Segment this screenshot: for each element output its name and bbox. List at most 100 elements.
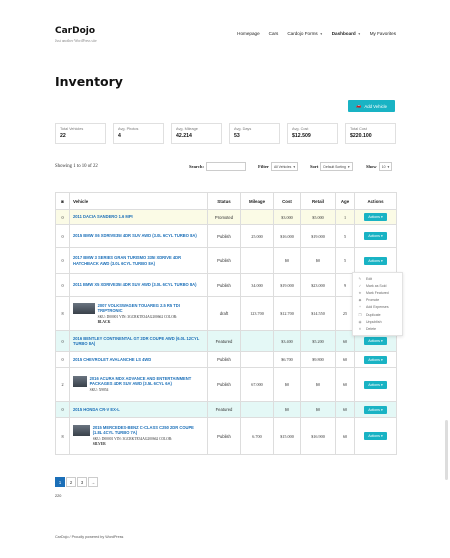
vehicle-name-link[interactable]: 2015 CHEVROLET AVALANCHE LS 4WD xyxy=(73,357,151,362)
filter-select[interactable]: All Vehicles ▾ xyxy=(270,162,299,171)
chevron-down-icon: ▾ xyxy=(379,357,383,362)
vehicle-name-link[interactable]: 2011 DACIA SANDERO 1.6 MPI xyxy=(73,214,133,219)
vehicle-name-link[interactable]: 2017 BMW 3 SERIES GRAN TURISMO 335I XDRI… xyxy=(73,255,204,265)
photo-count: 0 xyxy=(55,209,70,225)
actions-button-label: Actions xyxy=(368,382,380,387)
age-column-header[interactable]: Age xyxy=(335,192,355,210)
car-icon: 🚗 xyxy=(355,103,362,108)
cost-cell: $3.000 xyxy=(273,209,301,225)
camera-icon: ◙ xyxy=(61,198,64,204)
age-cell: 5 xyxy=(335,224,355,248)
menu-item-delete[interactable]: ✕ Delete xyxy=(353,325,402,332)
stat-card: Avg. Mileage 42.214 xyxy=(171,123,222,144)
actions-button[interactable]: Actions ▾ xyxy=(364,405,387,414)
stat-label: Avg. Mileage xyxy=(176,127,198,131)
vehicle-thumbnail[interactable] xyxy=(73,302,95,314)
actions-button[interactable]: Actions ▾ xyxy=(364,355,387,364)
retail-cell: $14.550 xyxy=(300,296,336,331)
photos-column-header[interactable]: ◙ xyxy=(55,192,70,210)
actions-cell: Actions ▾ xyxy=(354,209,397,225)
nav-item[interactable]: Homepage xyxy=(237,31,259,36)
search-input[interactable] xyxy=(205,162,246,171)
menu-item-unpublish[interactable]: ◉ Unpublish xyxy=(353,318,402,325)
add-vehicle-button[interactable]: 🚗 Add Vehicle xyxy=(348,100,395,112)
vehicle-cell: 2015 HONDA CR-V EX-L xyxy=(69,401,208,418)
stat-value: 22 xyxy=(60,133,66,139)
vehicle-name-link[interactable]: 2016 ACURA MDX ADVANCE AND ENTERTAINMENT… xyxy=(90,376,204,386)
vehicle-name-link[interactable]: 2007 VOLKSWAGEN TOUAREG 2.5 R5 TDI TRIPT… xyxy=(98,303,204,313)
mileage-column-header[interactable]: Mileage xyxy=(240,192,274,210)
cost-cell: $15.000 xyxy=(273,417,301,455)
actions-button[interactable]: Actions ▾ xyxy=(364,213,387,221)
vehicle-thumbnail[interactable] xyxy=(73,425,90,437)
vehicle-name-link[interactable]: 2015 BMW X6 XDRIVE35I 4DR SUV AWD (3.0L … xyxy=(73,233,197,238)
nav-item-label: Dashboard xyxy=(331,31,356,36)
cost-cell: $3.400 xyxy=(273,330,301,352)
vehicle-column-header[interactable]: Vehicle xyxy=(69,192,208,210)
menu-item-duplicate[interactable]: ❐ Duplicate xyxy=(353,311,402,318)
table-row: 0 2015 BMW X6 XDRIVE35I 4DR SUV AWD (3.0L… xyxy=(55,224,397,248)
check-icon: ✓ xyxy=(358,283,362,288)
status-cell: draft xyxy=(207,296,241,331)
search-control: Search: xyxy=(189,162,246,171)
page-button[interactable]: 3 xyxy=(77,477,87,487)
show-select[interactable]: 10 ▾ xyxy=(378,162,393,171)
chevron-down-icon: ▾ xyxy=(379,434,383,438)
actions-button-label: Actions xyxy=(368,215,380,219)
mileage-cell: 25.000 xyxy=(240,224,274,248)
actions-button[interactable]: Actions ▾ xyxy=(364,232,387,240)
star-icon: ★ xyxy=(358,290,362,295)
site-brand[interactable]: CarDojo xyxy=(55,26,95,36)
actions-cell: Actions ▾ xyxy=(354,224,397,248)
chevron-down-icon: ▾ xyxy=(379,234,383,238)
vehicle-thumbnail[interactable] xyxy=(73,376,87,388)
menu-item-label: Promote xyxy=(366,298,380,303)
retail-column-header[interactable]: Retail xyxy=(300,192,336,210)
actions-button[interactable]: Actions ▾ xyxy=(364,337,387,345)
sort-select[interactable]: Default Sorting ▾ xyxy=(320,162,353,171)
menu-item-mark-as-sold[interactable]: ✓ Mark as Sold xyxy=(353,282,402,289)
stat-label: Avg. Days xyxy=(234,127,252,131)
page-button[interactable]: 2 xyxy=(66,477,76,487)
cost-column-header[interactable]: Cost xyxy=(273,192,301,210)
nav-item[interactable]: My Favorites xyxy=(370,31,396,36)
filter-control: Filter All Vehicles ▾ xyxy=(258,162,299,171)
actions-button[interactable]: Actions ▾ xyxy=(364,256,387,265)
age-cell: 60 xyxy=(335,417,355,455)
cost-cell: $0 xyxy=(273,401,301,418)
actions-button[interactable]: Actions ▾ xyxy=(364,380,387,389)
status-column-header[interactable]: Status xyxy=(207,192,241,210)
megaphone-icon: ◆ xyxy=(358,298,362,303)
menu-item-promote[interactable]: ◆ Promote xyxy=(353,297,402,304)
vehicle-name-link[interactable]: 2016 BENTLEY CONTINENTAL GT 2DR COUPE AW… xyxy=(73,336,204,346)
menu-item-add-expenses[interactable]: + Add Expenses xyxy=(353,304,402,311)
menu-item-edit[interactable]: ✎ Edit xyxy=(353,275,402,282)
retail-cell: $19.000 xyxy=(300,224,336,248)
actions-button-label: Actions xyxy=(368,434,380,438)
vehicle-cell: 2011 BMW X5 XDRIVE35I 4DR SUV AWD (3.0L … xyxy=(69,273,208,297)
stat-label: Avg. Photos xyxy=(118,127,139,131)
chevron-down-icon: ▼ xyxy=(319,32,323,36)
vehicle-name-link[interactable]: 2015 MERCEDES-BENZ C-CLASS C250 2DR COUP… xyxy=(93,425,204,435)
scrollbar[interactable] xyxy=(445,420,448,480)
mileage-cell: 34.000 xyxy=(240,273,274,297)
nav-item[interactable]: Cars xyxy=(269,31,279,36)
table-row: 0 2016 BENTLEY CONTINENTAL GT 2DR COUPE A… xyxy=(55,330,397,352)
next-page-button[interactable]: → xyxy=(88,477,98,487)
menu-item-mark-featured[interactable]: ★ Mark Featured xyxy=(353,289,402,296)
status-cell: Publish xyxy=(207,367,241,402)
page-button[interactable]: 1 xyxy=(55,477,65,487)
vehicle-name-link[interactable]: 2011 BMW X5 XDRIVE35I 4DR SUV AWD (3.0L … xyxy=(73,282,196,287)
cost-cell: $0 xyxy=(273,367,301,402)
stat-value: 53 xyxy=(234,133,240,139)
nav-item-label: My Favorites xyxy=(369,31,396,36)
nav-item[interactable]: Cardojo Forms ▼ xyxy=(287,31,322,36)
vehicle-name-link[interactable]: 2015 HONDA CR-V EX-L xyxy=(73,407,120,412)
actions-button[interactable]: Actions ▾ xyxy=(364,432,387,440)
status-cell: Publish xyxy=(207,273,241,297)
chevron-down-icon: ▾ xyxy=(379,382,383,387)
cost-cell: $16.000 xyxy=(273,224,301,248)
nav-item[interactable]: Dashboard ▼ xyxy=(332,31,361,36)
actions-cell: Actions ▾ xyxy=(354,351,397,368)
chevron-down-icon: ▾ xyxy=(293,164,296,169)
